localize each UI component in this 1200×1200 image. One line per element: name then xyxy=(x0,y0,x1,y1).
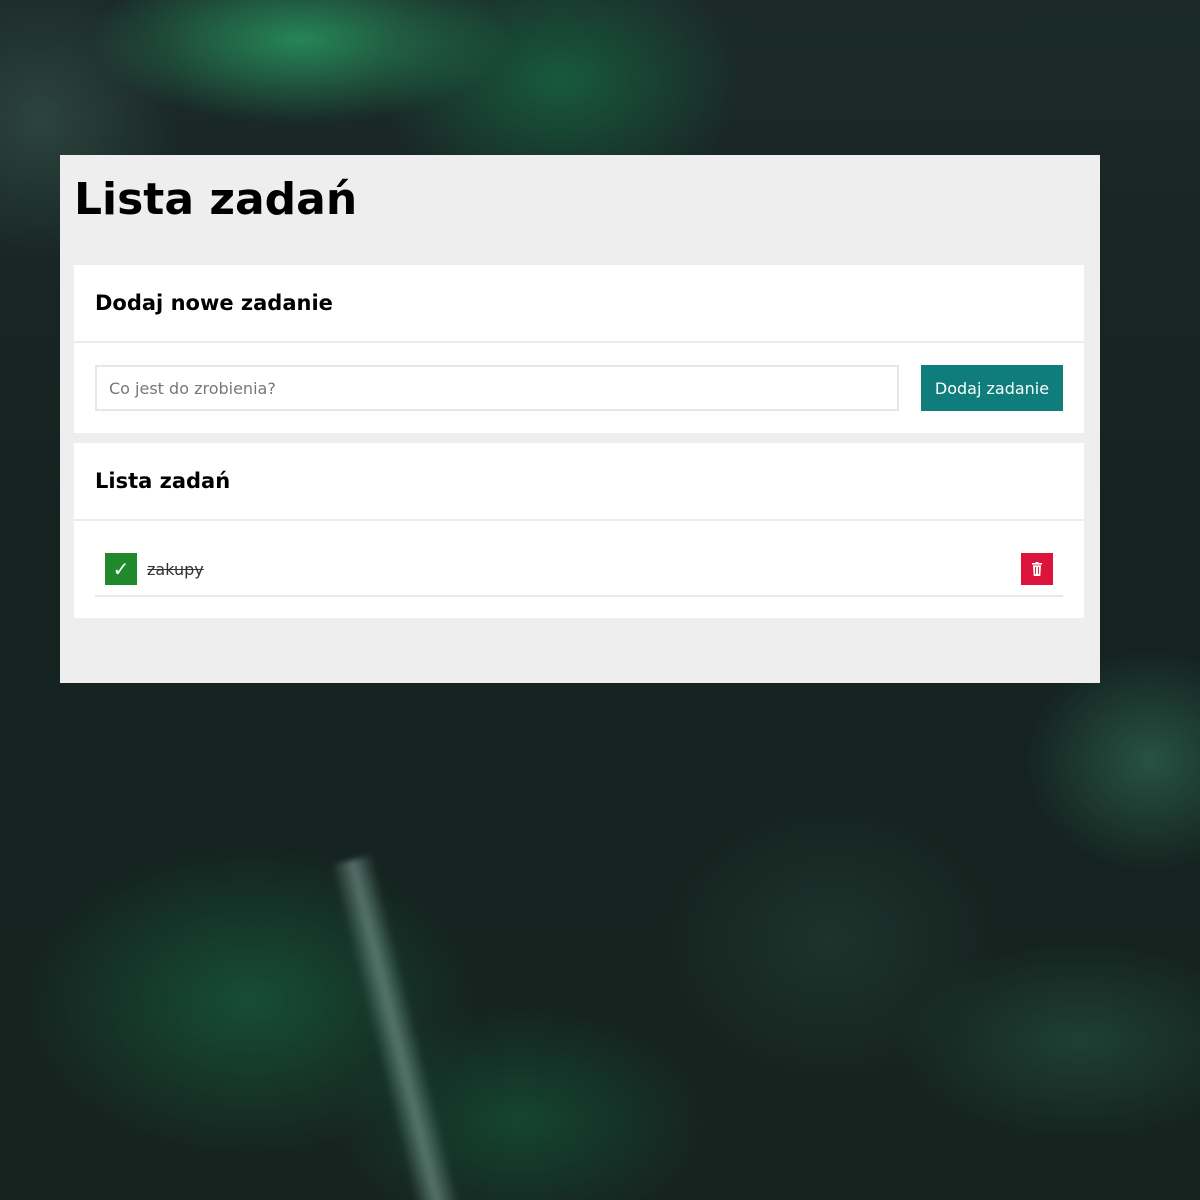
task-list-card: Lista zadań ✓ zakupy xyxy=(74,443,1084,618)
delete-task-button[interactable] xyxy=(1021,553,1053,585)
add-task-button[interactable]: Dodaj zadanie xyxy=(921,365,1063,411)
add-task-card: Dodaj nowe zadanie Dodaj zadanie xyxy=(74,265,1084,433)
check-icon: ✓ xyxy=(112,557,130,581)
page-title: Lista zadań xyxy=(74,174,358,225)
task-text: zakupy xyxy=(147,559,204,579)
task-item: ✓ zakupy xyxy=(95,543,1063,597)
trash-icon xyxy=(1032,562,1042,576)
task-list-heading: Lista zadań xyxy=(74,443,1084,521)
add-task-heading: Dodaj nowe zadanie xyxy=(74,265,1084,343)
todo-app-panel: Lista zadań Dodaj nowe zadanie Dodaj zad… xyxy=(60,155,1100,683)
add-task-form: Dodaj zadanie xyxy=(74,343,1084,433)
task-list: ✓ zakupy xyxy=(74,521,1084,618)
task-done-checkbox[interactable]: ✓ xyxy=(105,553,137,585)
task-input[interactable] xyxy=(95,365,899,411)
